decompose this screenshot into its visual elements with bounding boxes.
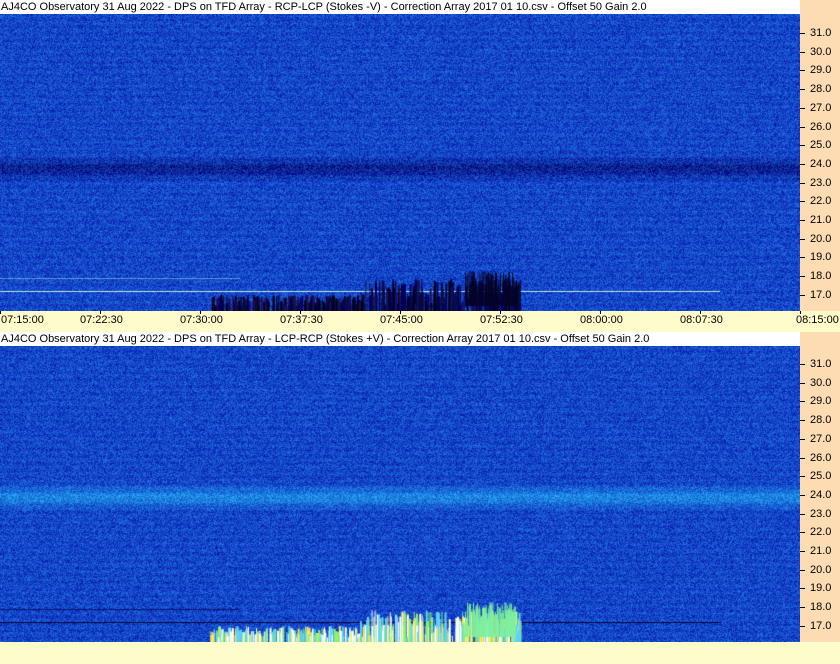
- freq-label: 27.0: [810, 432, 832, 445]
- freq-tick: [800, 89, 805, 91]
- freq-label: 25.0: [810, 139, 832, 152]
- time-label: 07:37:30: [280, 314, 323, 326]
- freq-tick: [800, 513, 805, 515]
- time-label: 08:07:30: [680, 314, 723, 326]
- freq-tick: [800, 238, 805, 240]
- freq-label: 29.0: [810, 64, 832, 77]
- freq-tick: [800, 126, 805, 128]
- panel-2-title: AJ4CO Observatory 31 Aug 2022 - DPS on T…: [0, 332, 800, 346]
- freq-label: 28.0: [810, 414, 832, 427]
- freq-tick: [800, 145, 805, 147]
- freq-label: 18.0: [810, 601, 832, 614]
- freq-label: 17.0: [810, 288, 832, 301]
- time-label: 07:15:00: [1, 314, 44, 326]
- freq-tick: [800, 476, 805, 478]
- freq-label: 23.0: [810, 176, 832, 189]
- frequency-scale-bottom: 31.0 30.0 29.0 28.0 27.0 26.0 25.0 24.0 23.0 22.0…: [800, 346, 840, 642]
- panel-1-title-corner: [800, 0, 840, 14]
- freq-tick: [800, 163, 805, 165]
- freq-label: 21.0: [810, 545, 832, 557]
- freq-label: 30.0: [810, 45, 832, 58]
- freq-label: 21.0: [810, 214, 832, 226]
- freq-label: 29.0: [810, 395, 832, 408]
- time-label: 08:15:00: [796, 314, 839, 326]
- spectrogram-lcp-rcp[interactable]: [0, 346, 800, 642]
- freq-tick: [800, 294, 805, 296]
- freq-tick: [800, 51, 805, 53]
- freq-tick: [800, 257, 805, 259]
- freq-tick: [800, 33, 805, 34]
- freq-label: 23.0: [810, 507, 832, 520]
- freq-tick: [800, 569, 805, 571]
- freq-label: 28.0: [810, 83, 832, 96]
- freq-tick: [800, 457, 805, 459]
- freq-tick: [800, 276, 805, 278]
- freq-label: 19.0: [810, 251, 832, 264]
- freq-tick: [800, 607, 805, 609]
- freq-label: 27.0: [810, 101, 832, 114]
- freq-tick: [800, 420, 805, 422]
- frequency-scale-top: 31.0 30.0 29.0 28.0 27.0 26.0 25.0 24.0 23.0 22.0…: [800, 14, 840, 311]
- freq-label: 31.0: [810, 27, 832, 39]
- freq-label: 24.0: [810, 157, 832, 170]
- freq-tick: [800, 201, 805, 203]
- freq-label: 22.0: [810, 195, 832, 208]
- freq-tick: [800, 182, 805, 184]
- freq-label: 17.0: [810, 619, 832, 632]
- time-label: 07:45:00: [380, 314, 423, 326]
- time-label: 07:52:30: [480, 314, 523, 326]
- freq-label: 31.0: [810, 358, 832, 370]
- spectrogram-lcp-rcp-canvas: [0, 346, 800, 642]
- freq-tick: [800, 438, 805, 440]
- freq-tick: [800, 551, 805, 552]
- freq-label: 30.0: [810, 376, 832, 389]
- panel-1-title: AJ4CO Observatory 31 Aug 2022 - DPS on T…: [0, 0, 800, 14]
- freq-label: 25.0: [810, 470, 832, 483]
- freq-tick: [800, 494, 805, 496]
- freq-label: 24.0: [810, 488, 832, 501]
- freq-tick: [800, 107, 805, 109]
- freq-tick: [800, 70, 805, 72]
- time-label: 07:22:30: [80, 314, 123, 326]
- bottom-strip: [0, 642, 840, 664]
- freq-tick: [800, 364, 805, 365]
- freq-label: 26.0: [810, 120, 832, 133]
- freq-tick: [800, 401, 805, 403]
- freq-label: 26.0: [810, 451, 832, 464]
- time-label: 08:00:00: [580, 314, 623, 326]
- freq-tick: [800, 625, 805, 627]
- freq-tick: [800, 220, 805, 221]
- freq-label: 22.0: [810, 526, 832, 539]
- freq-label: 20.0: [810, 563, 832, 576]
- time-label: 07:30:00: [180, 314, 223, 326]
- freq-label: 19.0: [810, 582, 832, 595]
- panel-2-title-corner: [800, 332, 840, 346]
- time-axis: 07:15:00 07:22:30 07:30:00 07:37:30 07:45:00…: [0, 311, 840, 329]
- spectrogram-rcp-lcp-canvas: [0, 14, 800, 311]
- freq-label: 18.0: [810, 270, 832, 283]
- freq-tick: [800, 382, 805, 384]
- freq-label: 20.0: [810, 232, 832, 245]
- freq-tick: [800, 588, 805, 590]
- spectrogram-rcp-lcp[interactable]: [0, 14, 800, 311]
- freq-tick: [800, 532, 805, 534]
